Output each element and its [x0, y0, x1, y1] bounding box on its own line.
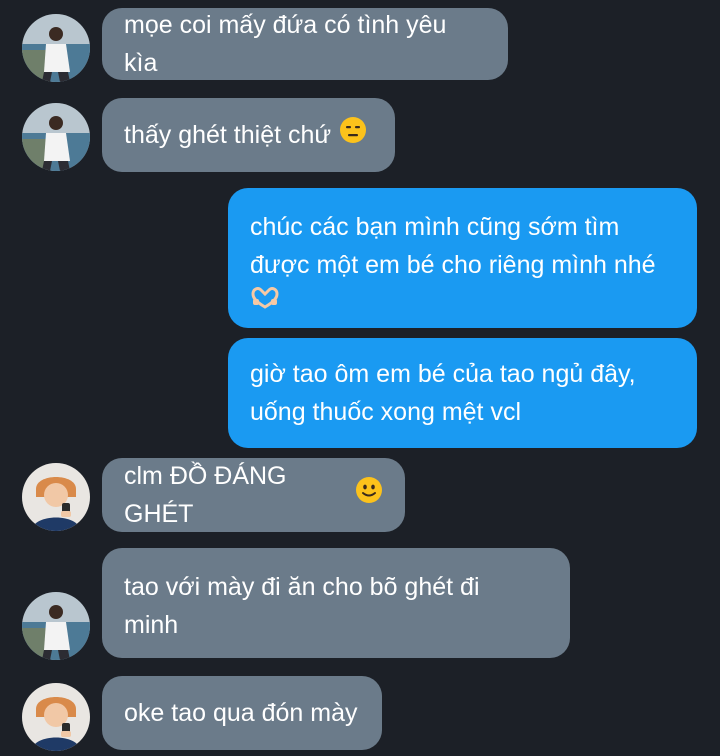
message-bubble-incoming[interactable]: thấy ghét thiệt chứ [102, 98, 395, 172]
avatar-boy-white-shirt[interactable] [22, 14, 90, 82]
message-text: mọe coi mấy đứa có tình yêu kìa [124, 11, 447, 77]
message-bubble-incoming[interactable]: oke tao qua đón mày [102, 676, 382, 750]
message-bubble-outgoing[interactable]: chúc các bạn mình cũng sớm tìm được một … [228, 188, 697, 328]
message-text-line: được một em bé cho riêng mình nhé [250, 251, 656, 279]
slightly-smiling-face-emoji [355, 476, 383, 515]
expressionless-face-emoji [339, 116, 367, 155]
message-bubble-incoming[interactable]: clm ĐỒ ĐÁNG GHÉT [102, 458, 405, 532]
message-text: oke tao qua đón mày [124, 699, 358, 727]
message-text-line: minh [124, 611, 179, 639]
message-text-line: tao với mày đi ăn cho bõ ghét đi [124, 573, 480, 601]
message-text: thấy ghét thiệt chứ [124, 121, 332, 149]
message-text-line: giờ tao ôm em bé của tao ngủ đây, [250, 360, 636, 388]
avatar-boy-white-shirt[interactable] [22, 103, 90, 171]
message-text-line: uống thuốc xong mệt vcl [250, 398, 521, 426]
avatar-boy-orange-hair[interactable] [22, 683, 90, 751]
message-bubble-outgoing[interactable]: giờ tao ôm em bé của tao ngủ đây, uống t… [228, 338, 697, 448]
heart-hands-emoji [250, 282, 280, 320]
chat-thread: mọe coi mấy đứa có tình yêu kìa thấy ghé… [0, 0, 720, 756]
message-bubble-incoming[interactable]: tao với mày đi ăn cho bõ ghét đi minh [102, 548, 570, 658]
message-text: clm ĐỒ ĐÁNG GHÉT [124, 462, 287, 528]
avatar-boy-white-shirt[interactable] [22, 592, 90, 660]
avatar-boy-orange-hair[interactable] [22, 463, 90, 531]
message-bubble-incoming[interactable]: mọe coi mấy đứa có tình yêu kìa [102, 8, 508, 80]
message-text-line: chúc các bạn mình cũng sớm tìm [250, 213, 620, 241]
